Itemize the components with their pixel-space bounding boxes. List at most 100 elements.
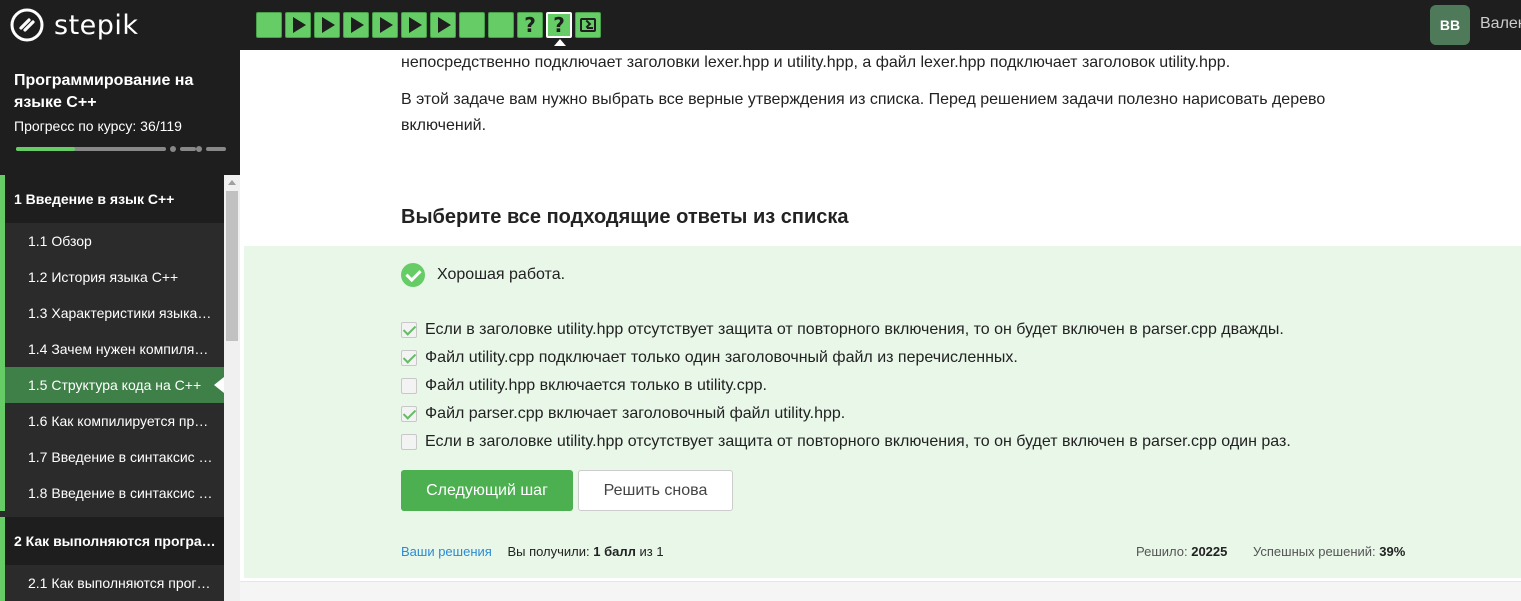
toc-section[interactable]: 1 Введение в язык C++ [0,175,224,223]
scroll-up-arrow-icon[interactable] [228,180,236,185]
question-mark-icon: ? [524,13,536,37]
success-label: Успешных решений: [1253,544,1376,559]
step-item [575,12,601,38]
step-text-button[interactable] [488,12,514,38]
course-sidebar: Программирование на языке C++ Прогресс п… [0,50,240,601]
step-quiz-button[interactable]: ? [546,12,572,38]
answer-option-text: Файл utility.hpp включается только в uti… [425,377,767,394]
terminal-icon [580,18,596,32]
answer-option[interactable]: Файл utility.cpp подключает только один … [401,344,1291,372]
toc-lesson-label: 1.8 Введение в синтаксис C++ [28,485,213,501]
step-quiz-button[interactable]: ? [517,12,543,38]
progress-label: Прогресс по курсу: [14,118,137,134]
checkbox-unchecked[interactable] [401,434,417,450]
progress-bar [16,146,226,152]
step-video-button[interactable] [314,12,340,38]
progress-dot [196,146,202,152]
answer-option-text: Файл parser.cpp включает заголовочный фа… [425,405,846,422]
status-text: Хорошая работа. [437,266,566,283]
step-item [256,12,282,38]
solved-value: 20225 [1191,544,1228,559]
table-of-contents: 1 Введение в язык C++ 1.1 Обзор 1.2 Истори… [0,175,224,601]
toc-lesson[interactable]: 1.8 Введение в синтаксис C++ [0,475,224,511]
play-icon [438,17,451,33]
toc-lesson-label: 1.1 Обзор [28,233,92,249]
toc-lesson[interactable]: 1.2 История языка C++ [0,259,224,295]
toc-lesson-label: 1.5 Структура кода на C++ [28,377,202,393]
toc-lesson-active[interactable]: 1.5 Структура кода на C++ [0,367,224,403]
step-content: непосредственно подключает заголовки lex… [240,50,1521,601]
answer-options: Если в заголовке utility.hpp отсутствует… [401,316,1291,456]
progress-dash [206,147,226,151]
step-item [401,12,427,38]
submission-footer: Ваши решения Вы получили: 1 балл из 1 [401,544,664,559]
toc-lesson-label: 1.3 Характеристики языка C++ [28,305,213,321]
avatar[interactable]: ВВ [1430,5,1470,45]
step-video-button[interactable] [430,12,456,38]
step-stats: Решило: 20225 Успешных решений: 39% [1136,544,1405,559]
answer-option[interactable]: Если в заголовке utility.hpp отсутствует… [401,428,1291,456]
your-solutions-link[interactable]: Ваши решения [401,544,492,559]
toc-section[interactable]: 2 Как выполняются программы [0,517,224,565]
toc-lesson-label: 1.7 Введение в синтаксис C++ [28,449,213,465]
score-suffix: из 1 [639,544,664,559]
toc-scrollbar[interactable] [224,175,240,601]
step-text-paragraph: непосредственно подключает заголовки lex… [401,54,1231,71]
toc-lesson[interactable]: 2.1 Как выполняются программы [0,565,224,601]
scrollbar-thumb[interactable] [226,191,238,341]
progress-dot [170,146,176,152]
solved-label: Решило: [1136,544,1188,559]
answer-option[interactable]: Если в заголовке utility.hpp отсутствует… [401,316,1291,344]
answer-option-text: Если в заголовке utility.hpp отсутствует… [425,433,1291,450]
success-value: 39% [1379,544,1406,559]
toc-lesson[interactable]: 1.3 Характеристики языка C++ [0,295,224,331]
toc-lesson[interactable]: 1.4 Зачем нужен компилятор [0,331,224,367]
step-video-button[interactable] [343,12,369,38]
step-item [343,12,369,38]
progress-value: 36/119 [140,118,182,134]
answer-option[interactable]: Файл utility.hpp включается только в uti… [401,372,1291,400]
play-icon [409,17,422,33]
checkbox-checked[interactable] [401,350,417,366]
question-title: Выберите все подходящие ответы из списка [401,206,849,228]
step-video-button[interactable] [372,12,398,38]
checkbox-checked[interactable] [401,406,417,422]
course-title[interactable]: Программирование на языке C++ [14,70,224,114]
toc-lesson-label: 2.1 Как выполняются программы [28,575,213,591]
answer-option-text: Файл utility.cpp подключает только один … [425,349,1018,366]
play-icon [293,17,306,33]
retry-button[interactable]: Решить снова [578,470,733,511]
step-text-button[interactable] [459,12,485,38]
user-name[interactable]: Вален [1480,15,1521,33]
score-value: 1 балл [593,544,636,559]
step-text-button[interactable] [256,12,282,38]
play-icon [351,17,364,33]
question-mark-icon: ? [553,13,565,37]
page-bottom-divider [240,581,1521,601]
step-item [285,12,311,38]
step-text-paragraph: В этой задаче вам нужно выбрать все верн… [401,91,1326,134]
step-video-button[interactable] [401,12,427,38]
step-item: ? [517,12,543,38]
checkbox-unchecked[interactable] [401,378,417,394]
stepik-logo-icon [10,8,44,42]
progress-fill [16,147,75,151]
toc-lesson[interactable]: 1.7 Введение в синтаксис C++ [0,439,224,475]
checkbox-checked[interactable] [401,322,417,338]
result-status: Хорошая работа. [401,263,565,287]
play-icon [322,17,335,33]
answer-option[interactable]: Файл parser.cpp включает заголовочный фа… [401,400,1291,428]
toc-lesson[interactable]: 1.1 Обзор [0,223,224,259]
next-step-button[interactable]: Следующий шаг [401,470,573,511]
step-video-button[interactable] [285,12,311,38]
progress-dash [180,147,196,151]
step-item: ? [546,12,572,46]
course-header: Программирование на языке C++ Прогресс п… [0,50,240,175]
toc-lesson[interactable]: 1.6 Как компилируется программа [0,403,224,439]
check-circle-icon [401,263,425,287]
current-step-caret-icon [554,39,566,46]
stepik-logo[interactable]: stepik [10,8,139,42]
step-item [488,12,514,38]
score-prefix: Вы получили: [507,544,590,559]
step-code-button[interactable] [575,12,601,38]
